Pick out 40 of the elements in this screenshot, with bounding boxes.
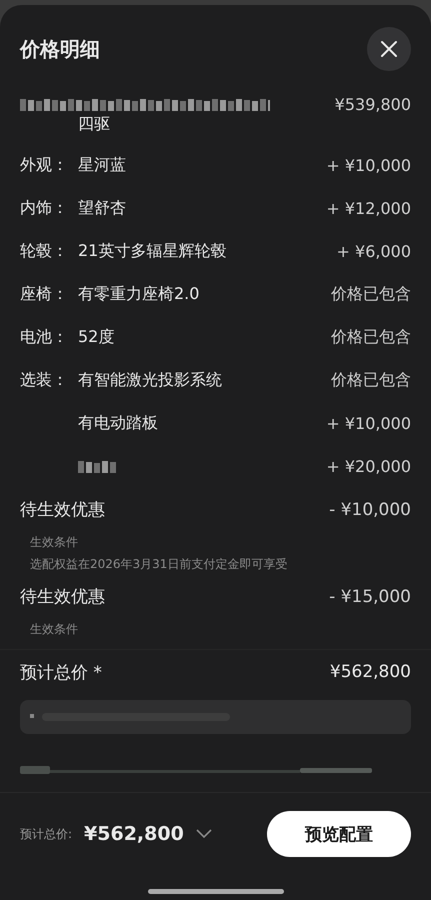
close-button[interactable] — [367, 27, 411, 71]
item-label: 轮毂： — [20, 241, 69, 262]
total-price[interactable]: ¥562,800 — [84, 823, 184, 845]
item-value: 有零重力座椅2.0 — [78, 284, 200, 305]
item-label: 内饰： — [20, 198, 69, 219]
item-value: 有电动踏板 — [78, 413, 158, 434]
condition-title: 生效条件 — [29, 621, 79, 638]
item-price: 价格已包含 — [331, 284, 411, 305]
item-value: 52度 — [78, 327, 114, 348]
discount-title: 待生效优惠 — [20, 586, 105, 608]
item-value: 21英寸多辐星辉轮毂 — [78, 241, 226, 262]
item-label: 选装： — [20, 370, 69, 391]
item-price: + ¥10,000 — [326, 156, 411, 175]
condition-text: 选配权益在2026年3月31日前支付定金即可享受 — [29, 556, 288, 573]
item-label: 座椅： — [20, 284, 69, 305]
item-value: 四驱 — [78, 114, 110, 133]
item-price: + ¥12,000 — [326, 199, 411, 218]
condition-title: 生效条件 — [29, 534, 79, 551]
item-price: 价格已包含 — [331, 327, 411, 348]
item-value: 星河蓝 — [78, 155, 126, 176]
item-price: + ¥10,000 — [326, 414, 411, 433]
item-price: ¥539,800 — [334, 95, 411, 114]
item-label: 电池： — [20, 327, 69, 348]
preview-button[interactable]: 预览配置 — [267, 811, 411, 857]
item-value: 有智能激光投影系统 — [78, 370, 222, 391]
total-label: 预计总价: — [20, 826, 72, 842]
item-price: 价格已包含 — [331, 370, 411, 391]
close-icon — [380, 40, 398, 58]
total-label: 预计总价 * — [20, 662, 102, 684]
discount-amount: - ¥15,000 — [329, 586, 411, 606]
sheet-title: 价格明细 — [20, 36, 100, 62]
discount-amount: - ¥10,000 — [329, 500, 411, 520]
chevron-down-icon[interactable] — [196, 829, 212, 839]
item-value: 望舒杏 — [78, 198, 126, 219]
blurred-text-drawing — [78, 460, 118, 474]
total-price: ¥562,800 — [330, 662, 411, 682]
item-label: 外观： — [20, 155, 69, 176]
item-price: + ¥6,000 — [336, 242, 411, 261]
item-price: + ¥20,000 — [326, 457, 411, 476]
discount-title: 待生效优惠 — [20, 499, 105, 521]
